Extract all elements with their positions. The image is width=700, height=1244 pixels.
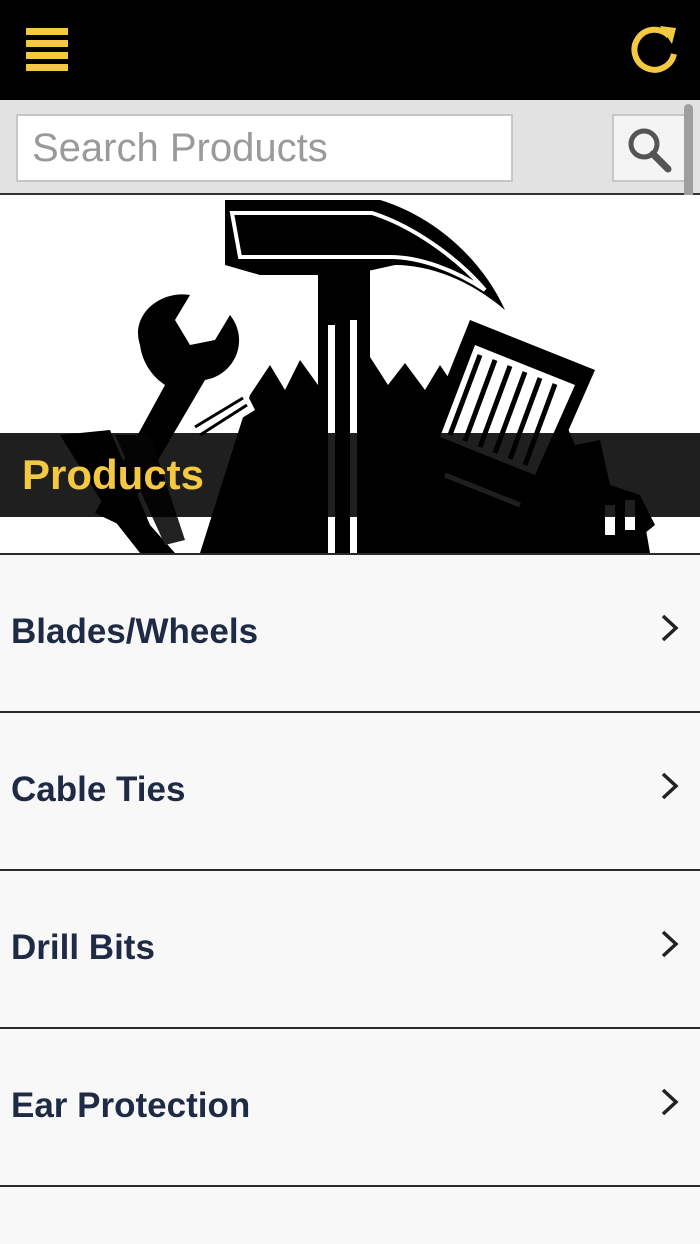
list-item-label: Ear Protection (11, 1086, 251, 1125)
list-divider (0, 1185, 700, 1187)
chevron-right-icon (661, 614, 679, 642)
chevron-right-icon (661, 1088, 679, 1116)
top-app-bar (0, 0, 700, 100)
search-bar (0, 100, 700, 195)
refresh-icon (631, 26, 677, 73)
list-item-label: Blades/Wheels (11, 612, 259, 651)
category-list: Blades/Wheels Cable Ties Drill Bits Ear … (0, 553, 700, 1185)
list-item-label: Drill Bits (11, 928, 155, 967)
chevron-right-icon (661, 930, 679, 958)
search-button[interactable] (612, 114, 692, 182)
menu-button[interactable] (16, 26, 80, 74)
refresh-button[interactable] (626, 20, 686, 80)
search-icon (628, 128, 672, 173)
list-item-blades-wheels[interactable]: Blades/Wheels (0, 553, 700, 711)
list-item-cable-ties[interactable]: Cable Ties (0, 711, 700, 869)
hero-banner: Products (0, 195, 700, 553)
hamburger-menu-icon (26, 28, 68, 71)
list-item-ear-protection[interactable]: Ear Protection (0, 1027, 700, 1185)
page-title: Products (22, 451, 205, 498)
list-item-drill-bits[interactable]: Drill Bits (0, 869, 700, 1027)
list-item-label: Cable Ties (11, 770, 186, 809)
search-input[interactable] (16, 114, 513, 182)
chevron-right-icon (661, 772, 679, 800)
hero-title-overlay: Products (0, 433, 700, 517)
